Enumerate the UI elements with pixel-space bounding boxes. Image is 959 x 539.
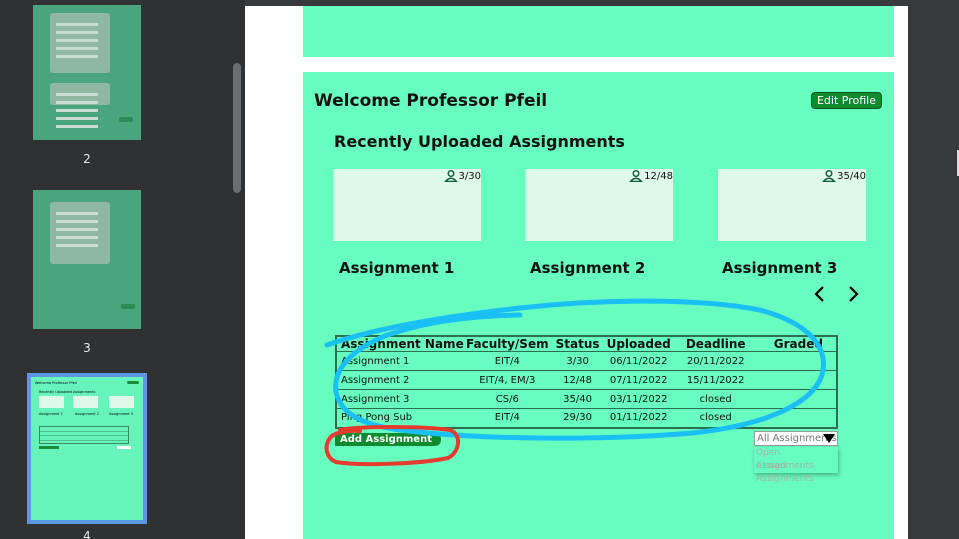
table-cell: closed: [670, 389, 761, 409]
assignment-card-title-2[interactable]: Assignment 2: [530, 259, 645, 277]
assignment-card-2[interactable]: 12/48: [525, 169, 673, 241]
submission-count-text: 35/40: [837, 170, 866, 182]
edit-profile-button[interactable]: Edit Profile: [810, 92, 882, 109]
table-cell: Assignment 1: [336, 351, 466, 371]
page-number-3: 3: [83, 341, 91, 355]
submission-count-text: 12/48: [644, 170, 673, 182]
table-cell: 3/30: [548, 351, 607, 371]
mini-edit-button: [127, 381, 139, 384]
table-cell: 06/11/2022: [606, 351, 671, 371]
thumbnail-sidebar: 2 3 Welcome Professor Pfeil Recently Upl…: [0, 0, 245, 539]
assignment-card-3[interactable]: 35/40: [718, 169, 866, 241]
table-cell: 03/11/2022: [606, 389, 671, 409]
table-cell: 07/11/2022: [606, 370, 671, 390]
column-header[interactable]: Status: [549, 336, 607, 352]
previous-page-bottom: [303, 6, 894, 57]
assignment-card-title-1[interactable]: Assignment 1: [339, 259, 454, 277]
recent-assignments-heading: Recently Uploaded Assignments: [334, 132, 625, 151]
assignment-filter-select[interactable]: All Assignments: [754, 431, 838, 446]
add-assignment-button[interactable]: Add Assignment: [335, 433, 441, 446]
assignments-table: Assignment Name Faculty/Sem Status Uploa…: [335, 335, 838, 429]
thumbnail-table: [50, 83, 110, 105]
page-4: Welcome Professor Pfeil Edit Profile Rec…: [303, 72, 894, 539]
table-cell: 20/11/2022: [670, 351, 761, 371]
page-thumbnail-3[interactable]: [33, 190, 141, 329]
mini-welcome: Welcome Professor Pfeil: [35, 381, 77, 385]
table-cell: EIT/4, EM/3: [466, 370, 549, 390]
mini-select: [117, 446, 131, 449]
caret-down-icon[interactable]: [823, 434, 835, 443]
thumbnail-form: [50, 13, 110, 73]
table-cell: [760, 351, 837, 371]
table-cell: EIT/4: [466, 351, 549, 371]
table-cell: [760, 408, 837, 428]
table-cell: 35/40: [548, 389, 607, 409]
sidebar-scrollbar-thumb[interactable]: [233, 63, 241, 193]
mini-label: Assignment 1: [39, 412, 63, 416]
assignment-card-1[interactable]: 3/30: [333, 169, 481, 241]
table-cell: Assignment 2: [336, 370, 466, 390]
mini-recent: Recently Uploaded Assignments: [39, 390, 96, 394]
filter-options-list: Open Assignments Closed Assignments: [754, 447, 838, 484]
user-icon: [629, 170, 644, 182]
page-number-4: 4: [83, 529, 91, 539]
page-number-2: 2: [83, 152, 91, 166]
table-cell: 01/11/2022: [606, 408, 671, 428]
table-cell: 29/30: [548, 408, 607, 428]
table-row[interactable]: Assignment 1 EIT/4 3/30 06/11/2022 20/11…: [336, 351, 837, 371]
thumbnail-button: [121, 304, 135, 309]
table-cell: Ping Pong Sub: [336, 408, 466, 428]
column-header[interactable]: Deadline: [671, 336, 761, 352]
mini-label: Assignment 2: [75, 412, 99, 416]
submission-count: 3/30: [443, 170, 481, 182]
table-cell: CS/6: [466, 389, 549, 409]
table-cell: 12/48: [548, 370, 607, 390]
filter-option[interactable]: Open Assignments: [754, 447, 838, 471]
table-cell: 15/11/2022: [670, 370, 761, 390]
viewer-right-gutter: [908, 0, 959, 539]
table-row[interactable]: Assignment 3 CS/6 35/40 03/11/2022 close…: [336, 389, 837, 409]
assignment-card-title-3[interactable]: Assignment 3: [722, 259, 837, 277]
mini-card: [73, 396, 98, 408]
user-icon: [443, 170, 458, 182]
page-thumbnail-4-active[interactable]: Welcome Professor Pfeil Recently Uploade…: [27, 373, 147, 524]
table-cell: [760, 370, 837, 390]
thumbnail-button: [119, 117, 133, 122]
table-cell: Assignment 3: [336, 389, 466, 409]
mini-label: Assignment 3: [109, 412, 133, 416]
submission-count-text: 3/30: [458, 170, 481, 182]
column-header[interactable]: Assignment Name: [336, 336, 466, 352]
table-header-row: Assignment Name Faculty/Sem Status Uploa…: [336, 336, 837, 352]
submission-count: 12/48: [629, 170, 673, 182]
column-header[interactable]: Faculty/Sem: [466, 336, 549, 352]
table-cell: EIT/4: [466, 408, 549, 428]
table-row[interactable]: Ping Pong Sub EIT/4 29/30 01/11/2022 clo…: [336, 408, 837, 428]
page-thumbnail-2[interactable]: [33, 5, 141, 140]
table-cell: closed: [670, 408, 761, 428]
table-row[interactable]: Assignment 2 EIT/4, EM/3 12/48 07/11/202…: [336, 370, 837, 390]
mini-card: [39, 396, 64, 408]
mini-add-button: [39, 446, 59, 449]
chevron-left-icon[interactable]: [810, 284, 830, 304]
mini-table: [39, 426, 129, 444]
thumbnail-form: [50, 202, 110, 264]
user-icon: [822, 170, 837, 182]
chevron-right-icon[interactable]: [843, 284, 863, 304]
table-cell: [760, 389, 837, 409]
page-title: Welcome Professor Pfeil: [314, 91, 548, 111]
mini-card: [109, 396, 134, 408]
column-header[interactable]: Graded: [761, 336, 837, 352]
column-header[interactable]: Uploaded: [607, 336, 671, 352]
submission-count: 35/40: [822, 170, 866, 182]
